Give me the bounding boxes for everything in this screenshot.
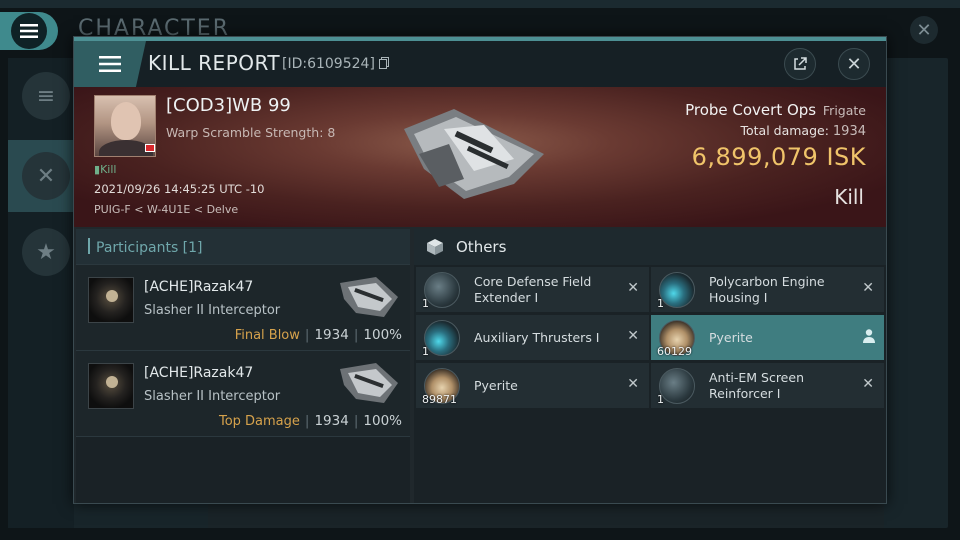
close-icon: ✕ xyxy=(846,53,862,75)
others-panel: Others 1 Core Defense Field Extender I ✕… xyxy=(414,229,886,503)
participant-row[interactable]: [ACHE]Razak47 Slasher II Interceptor Fin… xyxy=(76,265,410,351)
participant-name[interactable]: [ACHE]Razak47 xyxy=(144,365,253,381)
loot-item[interactable]: 1 Auxiliary Thrusters I ✕ xyxy=(416,315,649,361)
victim-location[interactable]: PUIG-F < W-4U1E < Delve xyxy=(94,203,238,216)
modal-title: KILL REPORT xyxy=(148,51,281,75)
report-id[interactable]: [ID:6109524] xyxy=(282,56,390,72)
victim-ship[interactable]: Probe Covert Ops Frigate xyxy=(685,101,866,119)
bg-list-icon[interactable]: ≡ xyxy=(22,72,70,120)
background-top-bar xyxy=(0,0,960,8)
participant-avatar[interactable] xyxy=(88,363,134,409)
victim-ship-name: Probe Covert Ops xyxy=(685,101,817,119)
item-name: Anti-EM Screen Reinforcer I xyxy=(709,370,804,401)
shield-module-icon xyxy=(659,368,695,404)
item-quantity: 60129 xyxy=(657,345,692,358)
others-header: Others xyxy=(414,229,886,265)
participant-stats: Final Blow | 1934 | 100% xyxy=(234,327,402,343)
victim-ship-image[interactable] xyxy=(394,99,554,209)
isk-amount: 6,899,079 xyxy=(691,143,819,171)
kill-tag: ▮Kill xyxy=(94,163,117,176)
participant-damage: 1934 xyxy=(314,327,349,343)
participants-panel: Participants [1] [ACHE]Razak47 Slasher I… xyxy=(76,229,410,503)
loot-item[interactable]: 89871 Pyerite ✕ xyxy=(416,363,649,409)
loot-item[interactable]: 1 Anti-EM Screen Reinforcer I ✕ xyxy=(651,363,884,409)
participant-ship: Slasher II Interceptor xyxy=(144,303,281,318)
total-damage-label: Total damage: xyxy=(740,123,829,138)
final-blow-tag: Final Blow xyxy=(234,328,300,343)
destroyed-icon: ✕ xyxy=(862,280,874,296)
victim-ship-class: Frigate xyxy=(822,103,866,118)
item-quantity: 1 xyxy=(422,345,429,358)
participant-ship: Slasher II Interceptor xyxy=(144,389,281,404)
participant-percent: 100% xyxy=(363,413,402,429)
destroyed-icon: ✕ xyxy=(627,328,639,344)
kill-report-modal: KILL REPORT [ID:6109524] ✕ [COD3]WB 99 W… xyxy=(73,36,887,504)
participants-header: Participants [1] xyxy=(76,229,410,265)
kill-result: Kill xyxy=(834,185,864,209)
participant-ship-image[interactable] xyxy=(336,359,402,409)
close-button[interactable]: ✕ xyxy=(838,48,870,80)
total-damage: Total damage: 1934 xyxy=(740,123,866,139)
participant-ship-image[interactable] xyxy=(336,273,402,323)
participant-avatar[interactable] xyxy=(88,277,134,323)
item-quantity: 1 xyxy=(657,297,664,310)
thruster-module-icon xyxy=(424,320,460,356)
destroyed-icon: ✕ xyxy=(862,376,874,392)
modal-menu-button[interactable] xyxy=(74,41,146,87)
external-link-icon xyxy=(794,57,807,70)
destroyed-icon: ✕ xyxy=(627,376,639,392)
participant-name[interactable]: [ACHE]Razak47 xyxy=(144,279,253,295)
engine-module-icon xyxy=(659,272,695,308)
dropped-person-icon xyxy=(863,329,875,343)
modal-header: KILL REPORT [ID:6109524] ✕ xyxy=(74,41,886,87)
isk-unit: ISK xyxy=(826,143,866,171)
background-sidebar xyxy=(8,58,74,528)
copy-icon[interactable] xyxy=(379,57,390,69)
total-damage-value: 1934 xyxy=(832,124,866,139)
hostile-flag-icon xyxy=(145,144,155,152)
bg-star-icon[interactable]: ★ xyxy=(22,228,70,276)
participants-title: Participants [1] xyxy=(96,240,203,256)
item-name: Pyerite xyxy=(709,330,753,345)
loot-item[interactable]: 1 Polycarbon Engine Housing I ✕ xyxy=(651,267,884,313)
item-name: Polycarbon Engine Housing I xyxy=(709,274,825,305)
victim-date: 2021/09/26 14:45:25 UTC -10 xyxy=(94,182,265,196)
participant-stats: Top Damage | 1934 | 100% xyxy=(218,413,402,429)
item-name: Auxiliary Thrusters I xyxy=(474,330,600,345)
victim-banner: [COD3]WB 99 Warp Scramble Strength: 8 ▮K… xyxy=(74,87,886,227)
external-link-button[interactable] xyxy=(784,48,816,80)
victim-name[interactable]: [COD3]WB 99 xyxy=(166,95,291,116)
background-close-button[interactable]: ✕ xyxy=(910,16,938,44)
item-quantity: 1 xyxy=(422,297,429,310)
victim-warp-scramble: Warp Scramble Strength: 8 xyxy=(166,125,336,140)
item-quantity: 89871 xyxy=(422,393,457,406)
destroyed-icon: ✕ xyxy=(627,280,639,296)
participant-row[interactable]: [ACHE]Razak47 Slasher II Interceptor Top… xyxy=(76,351,410,437)
report-id-text: [ID:6109524] xyxy=(282,56,375,72)
hamburger-menu-icon xyxy=(99,56,121,72)
victim-portrait[interactable] xyxy=(94,95,156,157)
item-name: Pyerite xyxy=(474,378,518,393)
loot-item-selected[interactable]: 60129 Pyerite xyxy=(651,315,884,361)
hamburger-menu-icon xyxy=(11,13,47,49)
others-title: Others xyxy=(456,238,507,256)
top-damage-tag: Top Damage xyxy=(218,414,300,429)
loot-item[interactable]: 1 Core Defense Field Extender I ✕ xyxy=(416,267,649,313)
participant-damage: 1934 xyxy=(314,413,349,429)
main-menu-button[interactable] xyxy=(0,12,58,50)
isk-value: 6,899,079 ISK xyxy=(692,143,866,171)
cube-icon xyxy=(427,239,443,255)
item-quantity: 1 xyxy=(657,393,664,406)
participant-percent: 100% xyxy=(363,327,402,343)
shield-module-icon xyxy=(424,272,460,308)
item-name: Core Defense Field Extender I xyxy=(474,274,592,305)
bg-combat-icon[interactable]: ✕ xyxy=(22,152,70,200)
